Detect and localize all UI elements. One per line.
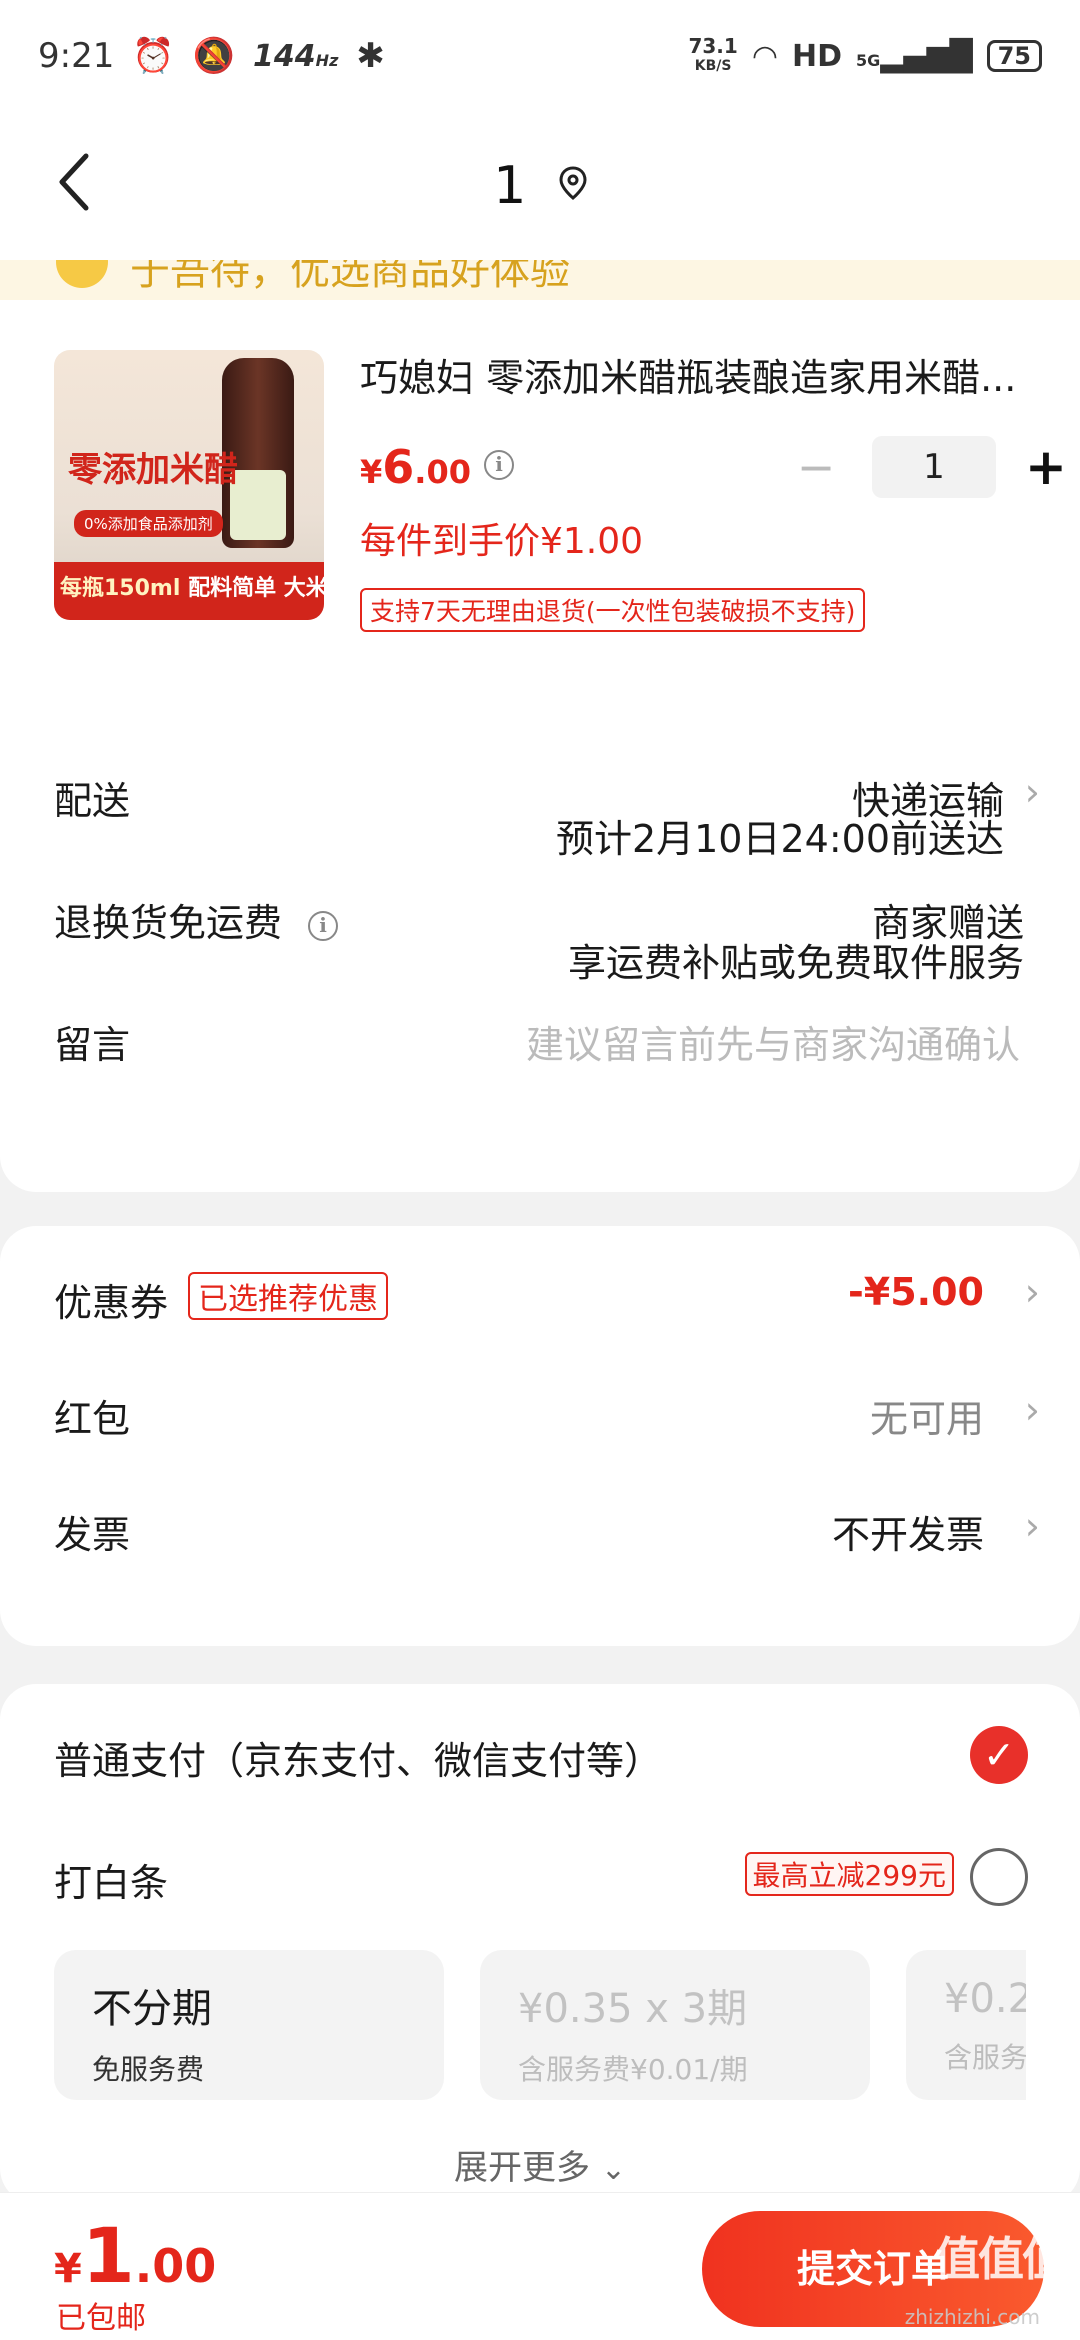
refresh-rate: 144Hz [253, 38, 339, 74]
location-pin-icon [559, 166, 587, 208]
checkout-bar: ¥1.00 已包邮 提交订单 值值值 zhizhizhi.com [0, 2192, 1080, 2340]
watermark-url: zhizhizhi.com [904, 2305, 1040, 2329]
chevron-right-icon[interactable]: › [1025, 1388, 1040, 1432]
info-icon[interactable]: i [308, 910, 339, 941]
quantity-input[interactable]: 1 [872, 436, 996, 498]
bottle-label-graphic [230, 470, 286, 540]
battery-indicator: 75 [986, 40, 1042, 72]
alarm-icon: ⏰ [132, 36, 175, 76]
increase-quantity-button[interactable]: + [1020, 438, 1072, 496]
bluetooth-icon: ✱ [356, 36, 385, 76]
invoice-label: 发票 [54, 1513, 131, 1557]
coupon-value[interactable]: -¥5.00 [848, 1270, 984, 1314]
return-policy-badge: 支持7天无理由退货(一次性包装破损不支持) [360, 588, 866, 632]
red-packet-value[interactable]: 无可用 [870, 1388, 984, 1443]
product-title[interactable]: 巧媳妇 零添加米醋瓶装酿造家用米醋... [360, 354, 1030, 402]
product-image[interactable]: 零添加米醋 0%添加食品添加剂 每瓶150ml 配料简单 大米酿造 [54, 350, 324, 620]
plan-option[interactable]: 不分期 免服务费 [54, 1950, 444, 2100]
network-speed: 73.1 KB/S [688, 34, 738, 74]
delivery-eta-text: 预计2月10日24:00前送达 [555, 817, 1004, 861]
mute-icon: 🔕 [192, 36, 236, 76]
status-bar: 9:21 ⏰ 🔕 144Hz ✱ 73.1 KB/S ◠ HD 5G▂▄▆█ 7… [0, 0, 1080, 112]
plan-option[interactable]: ¥0.35 x 3期 含服务费¥0.01/期 [480, 1950, 870, 2100]
chevron-right-icon[interactable]: › [1025, 1270, 1040, 1314]
return-shipping-label: 退换货免运费 i [54, 892, 339, 947]
decrease-quantity-button[interactable]: − [790, 440, 842, 494]
watermark-logo: 值值值 [934, 2232, 1068, 2286]
expand-more-button[interactable]: 展开更多 ⌄ [0, 2140, 1080, 2189]
wifi-icon: ◠ [751, 38, 779, 74]
order-total: ¥1.00 [54, 2211, 217, 2300]
delivery-label: 配送 [54, 779, 131, 823]
product-image-sub: 0%添加食品添加剂 [74, 510, 223, 537]
notice-banner: 于吾待，优选商品好体验 [0, 260, 1080, 304]
order-item-card: 零添加米醋 0%添加食品添加剂 每瓶150ml 配料简单 大米酿造 巧媳妇 零添… [0, 300, 1080, 1192]
discount-card: 优惠券 已选推荐优惠 -¥5.00 › 红包 无可用 › 发票 不开发票 › [0, 1226, 1080, 1646]
notice-text: 于吾待，优选商品好体验 [130, 260, 570, 294]
product-price: ¥6.00 [360, 440, 471, 494]
message-label: 留言 [54, 1023, 131, 1067]
coupon-label: 优惠券 [54, 1281, 169, 1325]
normal-payment-label[interactable]: 普通支付（京东支付、微信支付等） [54, 1730, 662, 1785]
payment-card: 普通支付（京东支付、微信支付等） ✓ 打白条 最高立减299元 不分期 免服务费… [0, 1684, 1080, 2204]
notice-icon [56, 260, 108, 288]
plan-option[interactable]: ¥0.2 含服务 [906, 1950, 1026, 2100]
baitiao-promo-badge: 最高立减299元 [744, 1852, 954, 1896]
product-image-footer: 每瓶150ml 配料简单 大米酿造 [54, 562, 324, 620]
unit-final-price: 每件到手价¥1.00 [360, 521, 644, 562]
checkmark-icon[interactable]: ✓ [970, 1726, 1028, 1784]
clock-time: 9:21 [38, 36, 115, 76]
installment-plans: 不分期 免服务费 ¥0.35 x 3期 含服务费¥0.01/期 ¥0.2 含服务 [54, 1950, 1026, 2100]
product-image-headline: 零添加米醋 [68, 450, 238, 490]
chevron-right-icon[interactable]: › [1025, 1504, 1040, 1548]
coupon-badge: 已选推荐优惠 [188, 1272, 388, 1320]
return-shipping-desc: 享运费补贴或免费取件服务 [567, 941, 1024, 985]
radio-unchecked-icon[interactable] [970, 1848, 1028, 1906]
message-input[interactable]: 建议留言前先与商家沟通确认 [526, 1014, 1020, 1069]
signal-icon: 5G▂▄▆█ [856, 38, 973, 74]
hd-indicator: HD [792, 38, 843, 74]
invoice-value[interactable]: 不开发票 [832, 1504, 984, 1559]
nav-bar: 1 [0, 112, 1080, 260]
chevron-right-icon[interactable]: › [1025, 770, 1040, 814]
red-packet-label: 红包 [54, 1397, 131, 1441]
chevron-down-icon: ⌄ [600, 2152, 626, 2187]
shipping-status: 已包邮 [56, 2301, 146, 2336]
quantity-stepper: − 1 + [790, 436, 1072, 498]
info-icon[interactable]: i [484, 450, 514, 480]
page-title[interactable]: 1 [0, 156, 1080, 219]
baitiao-label[interactable]: 打白条 [54, 1852, 168, 1907]
